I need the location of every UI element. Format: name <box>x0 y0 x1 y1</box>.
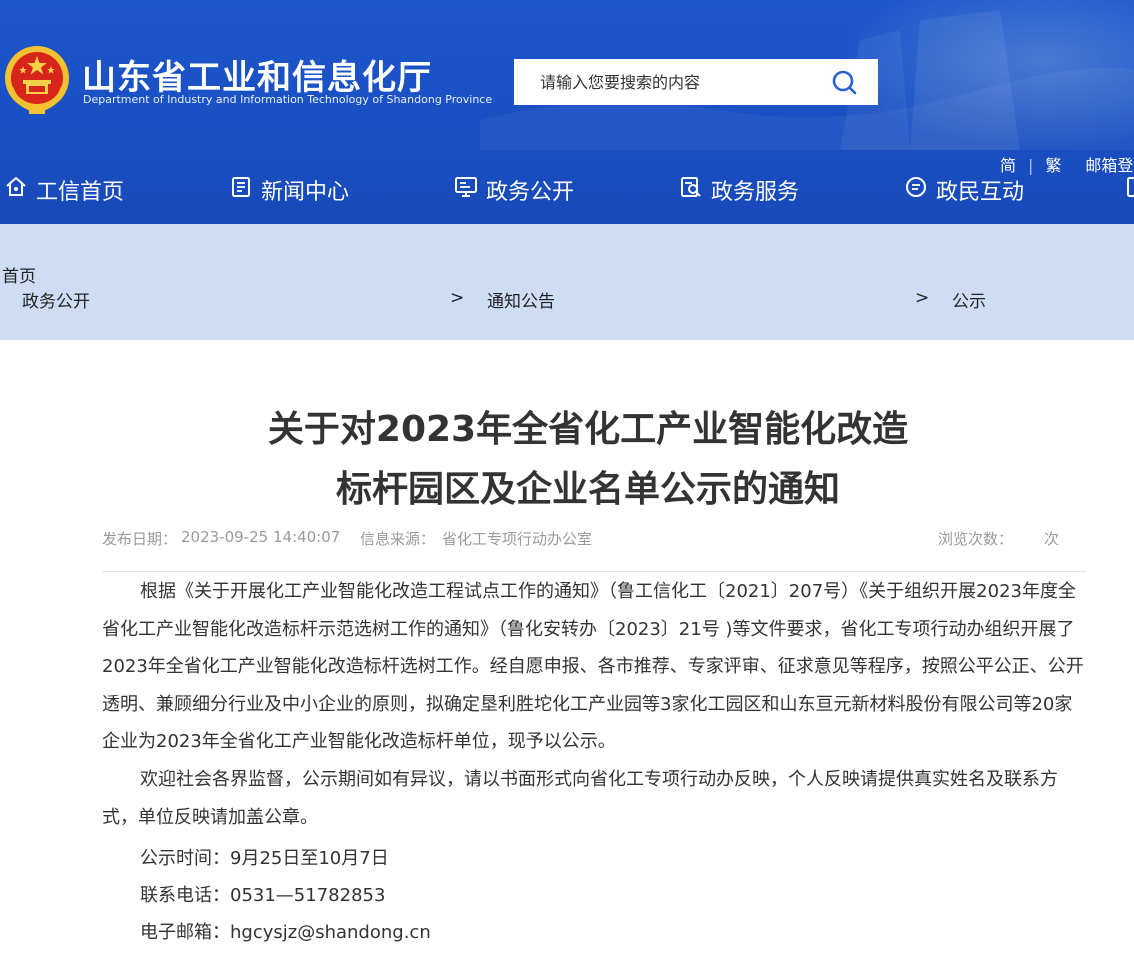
main-nav: 工信首页 新闻中心 政务公开 政务服务 政民互动 <box>0 168 1134 212</box>
page-root: 山东省工业和信息化厅 Department of Industry and In… <box>0 0 1134 956</box>
nav-item-label: 新闻中心 <box>261 180 350 205</box>
views-label: 浏览次数： <box>938 530 1014 548</box>
notice-period: 公示时间：9月25日至10月7日 <box>140 848 389 869</box>
breadcrumb: 首页 政务公开 > 通知公告 > 公示 <box>0 224 1134 340</box>
chat-icon <box>906 177 926 197</box>
nav-item-label: 政务公开 <box>486 180 575 205</box>
article-title-line: 关于对2023年全省化工产业智能化改造 <box>267 409 909 450</box>
views-unit: 次 <box>1044 530 1060 548</box>
article-title-line: 标杆园区及企业名单公示的通知 <box>335 469 840 510</box>
contact-email: 电子邮箱：hgcysjz@shandong.cn <box>140 922 431 943</box>
site-subtitle: Department of Industry and Information T… <box>83 93 493 106</box>
article: 关于对2023年全省化工产业智能化改造 标杆园区及企业名单公示的通知 发布日期：… <box>4 340 1134 956</box>
breadcrumb-separator: > <box>450 288 465 308</box>
article-paragraph: 根据《关于开展化工产业智能化改造工程试点工作的通知》（鲁工信化工〔2021〕20… <box>102 581 1084 752</box>
monitor-icon <box>455 177 477 197</box>
breadcrumb-separator: > <box>915 288 930 308</box>
source-label: 信息来源： <box>360 530 436 548</box>
site-header: 山东省工业和信息化厅 Department of Industry and In… <box>0 0 1134 224</box>
article-title: 关于对2023年全省化工产业智能化改造 标杆园区及企业名单公示的通知 <box>0 400 1134 520</box>
home-icon <box>6 177 26 196</box>
breadcrumb-notices[interactable]: 通知公告 <box>487 287 555 312</box>
breadcrumb-home[interactable]: 首页 <box>2 262 36 287</box>
document-icon <box>1127 177 1134 197</box>
meta-divider <box>102 571 1086 572</box>
site-title: 山东省工业和信息化厅 <box>82 58 432 98</box>
contact-phone: 联系电话：0531—51782853 <box>140 885 386 906</box>
article-paragraph: 欢迎社会各界监督，公示期间如有异议，请以书面形式向省化工专项行动办反映，个人反映… <box>102 769 1058 828</box>
breadcrumb-government-affairs[interactable]: 政务公开 <box>22 287 90 312</box>
nav-item-label: 政民互动 <box>936 180 1025 205</box>
source: 省化工专项行动办公室 <box>442 530 593 548</box>
search-input[interactable] <box>540 59 820 105</box>
search-icon[interactable] <box>830 69 860 97</box>
breadcrumb-current[interactable]: 公示 <box>952 287 986 312</box>
nav-item-label: 政务服务 <box>711 180 800 205</box>
search-box <box>514 59 878 105</box>
search-document-icon <box>681 177 701 197</box>
publish-date-label: 发布日期： <box>102 530 178 548</box>
document-icon <box>232 177 250 197</box>
national-emblem-icon <box>5 46 69 114</box>
nav-item-label: 工信首页 <box>36 180 125 205</box>
publish-date: 2023-09-25 14:40:07 <box>181 528 341 546</box>
